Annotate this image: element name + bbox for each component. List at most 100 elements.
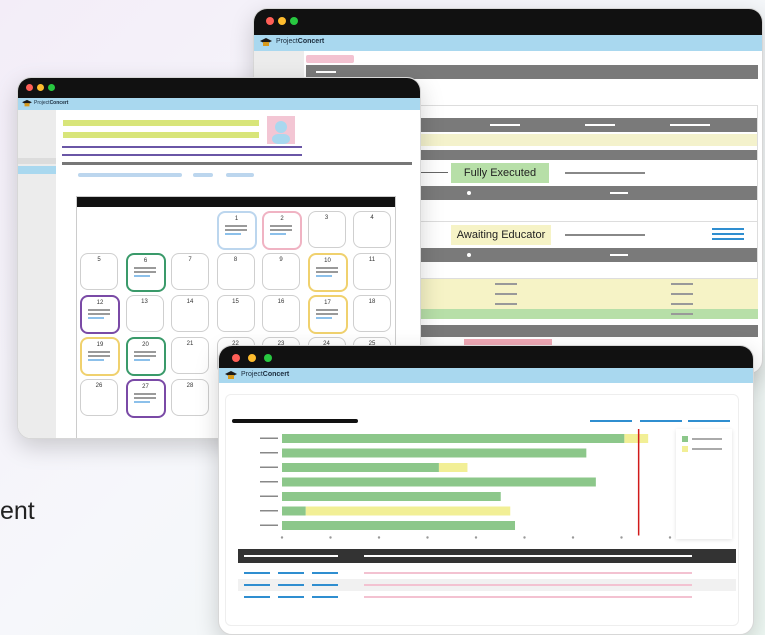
- minimize-icon[interactable]: [37, 84, 44, 91]
- calendar-day-number: 13: [141, 299, 148, 305]
- table-link[interactable]: [244, 584, 270, 586]
- app-bar: ProjectConcert: [254, 35, 762, 51]
- avatar: [267, 116, 295, 144]
- bar-segment[interactable]: [282, 506, 306, 516]
- table-cell-text: [364, 584, 692, 586]
- calendar-day-cell[interactable]: 21: [171, 337, 209, 374]
- calendar-day-cell[interactable]: 17: [307, 295, 348, 334]
- x-tick: [280, 536, 284, 539]
- table-row[interactable]: [238, 567, 736, 579]
- table-row: [419, 309, 758, 319]
- tab-link[interactable]: [688, 420, 730, 422]
- calendar-day-cell[interactable]: 4: [353, 211, 391, 248]
- table-link[interactable]: [244, 596, 270, 598]
- event-line: [133, 355, 156, 357]
- table-link[interactable]: [312, 596, 338, 598]
- event-line: [133, 351, 156, 353]
- table-row[interactable]: [238, 579, 736, 591]
- calendar-day-number: 19: [96, 342, 104, 348]
- report-window: ProjectConcert: [218, 345, 754, 635]
- calendar-day-cell[interactable]: 13: [125, 295, 164, 332]
- table-row[interactable]: [238, 591, 736, 603]
- title-bar: [219, 346, 753, 368]
- close-icon[interactable]: [26, 84, 33, 91]
- event-line: [315, 271, 338, 273]
- filter-link[interactable]: [78, 173, 182, 177]
- calendar-day-cell[interactable]: 18: [353, 295, 391, 332]
- filter-link[interactable]: [193, 173, 213, 177]
- calendar-day-cell[interactable]: 8: [216, 253, 255, 290]
- bar-segment[interactable]: [282, 448, 587, 458]
- table-cell-text: [364, 572, 692, 574]
- event-line: [133, 359, 150, 361]
- calendar-day-cell[interactable]: 5: [80, 253, 118, 290]
- calendar-day-cell[interactable]: 9: [262, 253, 300, 290]
- brand-logo: ProjectConcert: [276, 38, 325, 45]
- report-card: [225, 394, 739, 626]
- calendar-day-number: 10: [324, 258, 331, 264]
- graduation-cap-icon: [225, 371, 237, 379]
- bar-segment[interactable]: [305, 506, 511, 516]
- calendar-day-number: 17: [324, 300, 331, 306]
- app-bar: ProjectConcert: [219, 368, 753, 383]
- calendar-day-cell[interactable]: 1: [216, 211, 257, 250]
- table-footer: [419, 325, 758, 337]
- calendar-day-cell[interactable]: 15: [216, 295, 255, 332]
- bar-segment[interactable]: [438, 463, 468, 472]
- bar-segment[interactable]: [282, 521, 516, 530]
- event-line: [133, 401, 150, 403]
- close-icon[interactable]: [232, 354, 240, 362]
- maximize-icon[interactable]: [48, 84, 55, 91]
- y-tick-label: [260, 481, 278, 483]
- calendar-day-cell[interactable]: 14: [171, 295, 209, 332]
- event-line: [315, 275, 332, 277]
- event-line: [224, 233, 241, 235]
- graduation-cap-icon: [260, 38, 272, 46]
- bar-segment[interactable]: [282, 463, 439, 472]
- calendar-day-number: 26: [95, 383, 103, 389]
- calendar-day-cell[interactable]: 6: [125, 253, 166, 292]
- legend-swatch-green: [682, 436, 688, 442]
- table-link[interactable]: [278, 584, 304, 586]
- report-title-bar: [232, 419, 358, 423]
- calendar-day-number: 9: [279, 257, 283, 263]
- minimize-icon[interactable]: [278, 17, 286, 25]
- calendar-day-cell[interactable]: 11: [353, 253, 391, 290]
- bar-segment[interactable]: [282, 434, 625, 443]
- calendar-day-cell[interactable]: 3: [307, 211, 346, 248]
- close-icon[interactable]: [266, 17, 274, 25]
- maximize-icon[interactable]: [290, 17, 298, 25]
- calendar-day-cell[interactable]: 7: [171, 253, 209, 290]
- calendar-day-cell[interactable]: 12: [80, 295, 120, 334]
- calendar-day-cell[interactable]: 20: [125, 337, 166, 376]
- table-link[interactable]: [244, 572, 270, 574]
- minimize-icon[interactable]: [248, 354, 256, 362]
- calendar-day-number: 21: [186, 341, 194, 347]
- calendar-day-number: 4: [370, 215, 374, 221]
- bar-segment[interactable]: [624, 434, 649, 443]
- calendar-day-cell[interactable]: 26: [80, 379, 118, 416]
- calendar-day-cell[interactable]: 27: [125, 379, 166, 418]
- calendar-day-cell[interactable]: 2: [262, 211, 302, 250]
- filter-link[interactable]: [226, 173, 254, 177]
- calendar-day-cell[interactable]: 19: [80, 337, 120, 376]
- maximize-icon[interactable]: [264, 354, 272, 362]
- tab-link[interactable]: [640, 420, 682, 422]
- event-line: [88, 355, 110, 357]
- bar-segment[interactable]: [282, 477, 596, 487]
- sidebar-item-active[interactable]: [18, 166, 56, 174]
- bar-segment[interactable]: [282, 492, 501, 501]
- calendar-day-cell[interactable]: 16: [262, 295, 300, 332]
- calendar-day-cell[interactable]: 10: [307, 253, 348, 292]
- hamburger-icon[interactable]: [712, 228, 744, 230]
- y-tick-label: [260, 495, 278, 497]
- event-line: [270, 229, 292, 231]
- table-link[interactable]: [278, 596, 304, 598]
- table-link[interactable]: [278, 572, 304, 574]
- calendar-day-number: 11: [368, 257, 376, 263]
- table-link[interactable]: [312, 572, 338, 574]
- tab-link[interactable]: [590, 420, 632, 422]
- event-line: [315, 313, 338, 315]
- calendar-day-cell[interactable]: 28: [171, 379, 209, 416]
- table-link[interactable]: [312, 584, 338, 586]
